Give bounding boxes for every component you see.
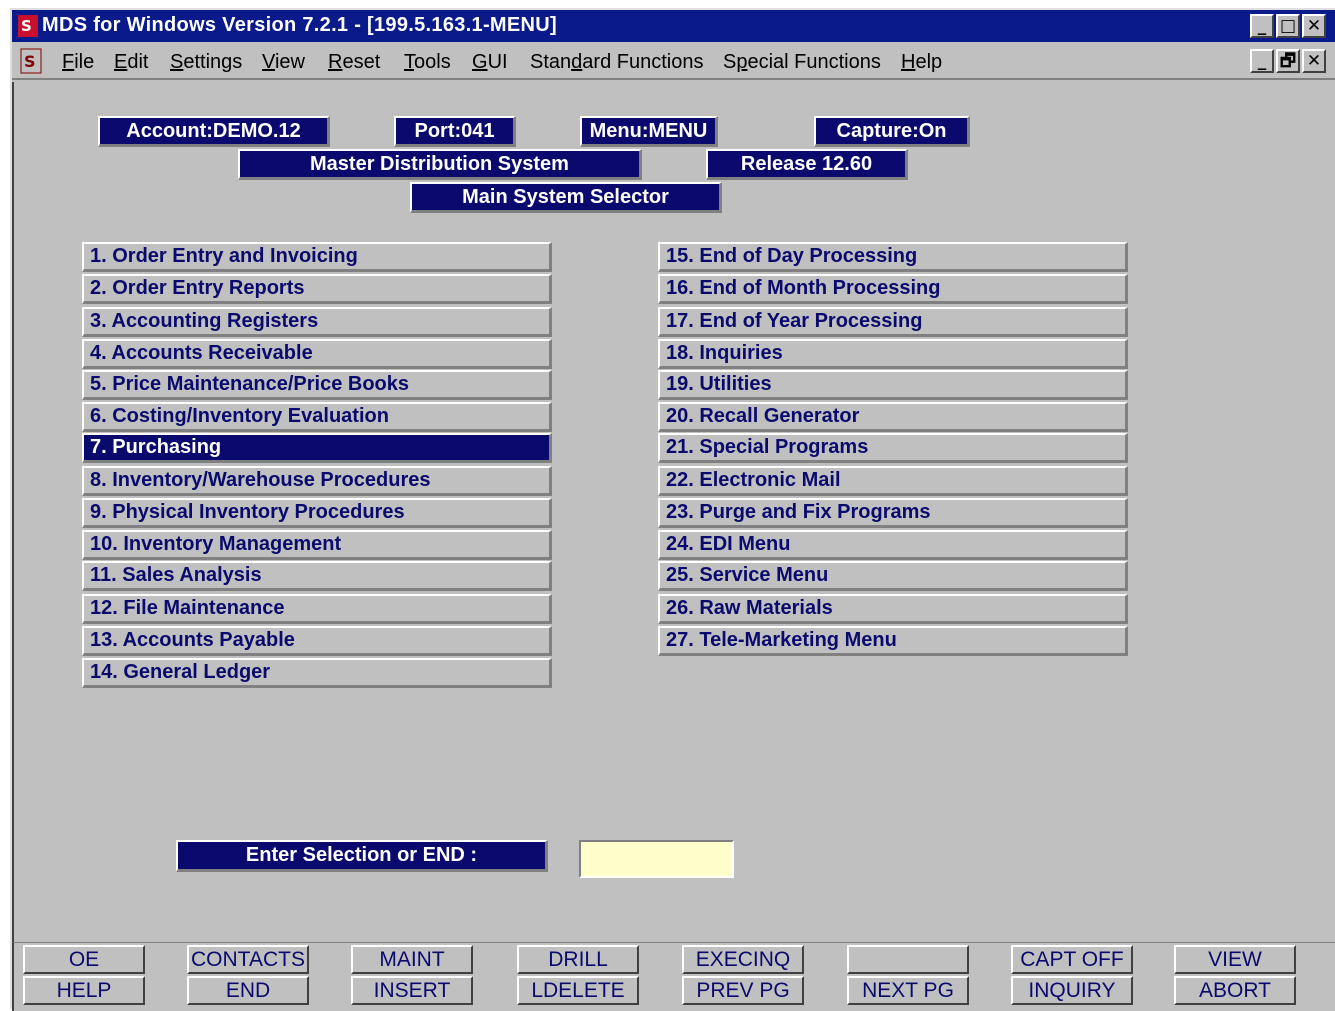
- menu-item-21[interactable]: 21. Special Programs: [658, 433, 1128, 463]
- menu-item-8[interactable]: 8. Inventory/Warehouse Procedures: [82, 466, 552, 496]
- menu-item-11[interactable]: 11. Sales Analysis: [82, 561, 552, 591]
- svg-text:S: S: [24, 52, 36, 71]
- selection-input[interactable]: [579, 840, 734, 878]
- mdi-minimize-button[interactable]: _: [1250, 49, 1274, 73]
- menu-item-6[interactable]: 6. Costing/Inventory Evaluation: [82, 402, 552, 432]
- maximize-button[interactable]: □: [1276, 14, 1300, 38]
- fkey-help[interactable]: HELP: [23, 976, 145, 1005]
- mdi-close-button[interactable]: ✕: [1302, 49, 1326, 73]
- fkey-end[interactable]: END: [187, 976, 309, 1005]
- fkey-blank[interactable]: [847, 945, 969, 974]
- page-title: Main System Selector: [410, 182, 722, 213]
- menu-special-functions[interactable]: Special Functions: [723, 51, 881, 74]
- fkey-inquiry[interactable]: INQUIRY: [1011, 976, 1133, 1005]
- menu-settings[interactable]: Settings: [170, 51, 242, 74]
- fkey-execinq[interactable]: EXECINQ: [682, 945, 804, 974]
- close-button[interactable]: ✕: [1302, 14, 1326, 38]
- port-badge: Port:041: [394, 116, 516, 147]
- menu-item-5[interactable]: 5. Price Maintenance/Price Books: [82, 370, 552, 400]
- menu-item-12[interactable]: 12. File Maintenance: [82, 594, 552, 624]
- function-key-bar: OE CONTACTS MAINT DRILL EXECINQ CAPT OFF…: [12, 942, 1335, 1011]
- menu-item-19[interactable]: 19. Utilities: [658, 370, 1128, 400]
- menu-item-15[interactable]: 15. End of Day Processing: [658, 242, 1128, 272]
- fkey-abort[interactable]: ABORT: [1174, 976, 1296, 1005]
- document-icon[interactable]: S: [20, 48, 42, 74]
- menu-item-7-selected[interactable]: 7. Purchasing: [82, 433, 552, 463]
- fkey-oe[interactable]: OE: [23, 945, 145, 974]
- menu-help[interactable]: Help: [901, 51, 942, 74]
- menu-bar: S File Edit Settings View Reset Tools GU…: [12, 44, 1335, 80]
- menu-item-22[interactable]: 22. Electronic Mail: [658, 466, 1128, 496]
- menu-item-20[interactable]: 20. Recall Generator: [658, 402, 1128, 432]
- system-title: Master Distribution System: [238, 149, 642, 180]
- menu-item-23[interactable]: 23. Purge and Fix Programs: [658, 498, 1128, 528]
- menu-reset[interactable]: Reset: [328, 51, 380, 74]
- menu-item-27[interactable]: 27. Tele-Marketing Menu: [658, 626, 1128, 656]
- fkey-contacts[interactable]: CONTACTS: [187, 945, 309, 974]
- menu-edit[interactable]: Edit: [114, 51, 148, 74]
- menu-item-18[interactable]: 18. Inquiries: [658, 339, 1128, 369]
- menu-item-26[interactable]: 26. Raw Materials: [658, 594, 1128, 624]
- svg-text:S: S: [21, 17, 32, 35]
- menu-view[interactable]: View: [262, 51, 305, 74]
- menu-tools[interactable]: Tools: [404, 51, 451, 74]
- menu-item-1[interactable]: 1. Order Entry and Invoicing: [82, 242, 552, 272]
- menu-screen: Account:DEMO.12 Port:041 Menu:MENU Captu…: [12, 82, 1335, 942]
- app-window: S MDS for Windows Version 7.2.1 - [199.5…: [10, 8, 1335, 1011]
- fkey-prev-pg[interactable]: PREV PG: [682, 976, 804, 1005]
- release-badge: Release 12.60: [706, 149, 908, 180]
- title-bar: S MDS for Windows Version 7.2.1 - [199.5…: [12, 10, 1335, 42]
- window-title: MDS for Windows Version 7.2.1 - [199.5.1…: [42, 14, 557, 36]
- capture-badge: Capture:On: [814, 116, 970, 147]
- menu-item-14[interactable]: 14. General Ledger: [82, 658, 552, 688]
- fkey-maint[interactable]: MAINT: [351, 945, 473, 974]
- mdi-restore-button[interactable]: 🗗: [1276, 49, 1300, 73]
- menu-item-13[interactable]: 13. Accounts Payable: [82, 626, 552, 656]
- fkey-next-pg[interactable]: NEXT PG: [847, 976, 969, 1005]
- menu-item-16[interactable]: 16. End of Month Processing: [658, 274, 1128, 304]
- menu-badge: Menu:MENU: [580, 116, 718, 147]
- menu-gui[interactable]: GUI: [472, 51, 508, 74]
- fkey-view[interactable]: VIEW: [1174, 945, 1296, 974]
- app-icon[interactable]: S: [18, 15, 38, 37]
- fkey-insert[interactable]: INSERT: [351, 976, 473, 1005]
- account-badge: Account:DEMO.12: [98, 116, 330, 147]
- menu-item-10[interactable]: 10. Inventory Management: [82, 530, 552, 560]
- menu-file[interactable]: File: [62, 51, 94, 74]
- menu-item-2[interactable]: 2. Order Entry Reports: [82, 274, 552, 304]
- fkey-drill[interactable]: DRILL: [517, 945, 639, 974]
- fkey-capt-off[interactable]: CAPT OFF: [1011, 945, 1133, 974]
- fkey-ldelete[interactable]: LDELETE: [517, 976, 639, 1005]
- menu-item-17[interactable]: 17. End of Year Processing: [658, 307, 1128, 337]
- menu-item-9[interactable]: 9. Physical Inventory Procedures: [82, 498, 552, 528]
- selection-prompt-label: Enter Selection or END :: [176, 840, 548, 872]
- menu-item-3[interactable]: 3. Accounting Registers: [82, 307, 552, 337]
- menu-item-25[interactable]: 25. Service Menu: [658, 561, 1128, 591]
- minimize-button[interactable]: _: [1250, 14, 1274, 38]
- menu-item-24[interactable]: 24. EDI Menu: [658, 530, 1128, 560]
- menu-standard-functions[interactable]: Standard Functions: [530, 51, 703, 74]
- menu-item-4[interactable]: 4. Accounts Receivable: [82, 339, 552, 369]
